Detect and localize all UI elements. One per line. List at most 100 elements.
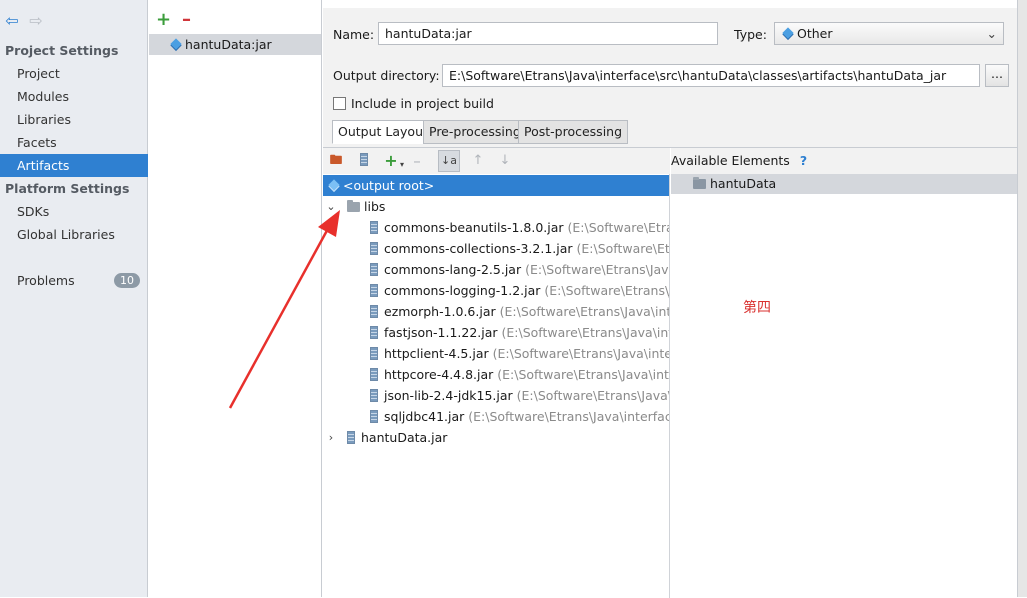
create-directory-icon[interactable]: 🖿 [328, 153, 344, 169]
artifact-list-item[interactable]: hantuData:jar [149, 34, 321, 55]
section-header-project-settings: Project Settings [5, 43, 119, 58]
lib-path: (E:\Software\Etrans\Java\interfac [492, 346, 669, 361]
output-directory-label: Output directory: [333, 68, 440, 83]
jar-icon [370, 263, 378, 276]
tree-row-lib[interactable]: json-lib-2.4-jdk15.jar (E:\Software\Etra… [323, 385, 670, 406]
output-layout-tree: <output root> ⌄ libs commons-beanutils-1… [323, 174, 670, 598]
jar-icon [370, 242, 378, 255]
lib-path: (E:\Software\Etrans\Java\interfa [497, 367, 669, 382]
lib-name: commons-beanutils-1.8.0.jar [384, 220, 564, 235]
jar-icon [370, 326, 378, 339]
add-dropdown-chevron-icon[interactable]: ▾ [394, 157, 410, 173]
move-up-icon[interactable]: ↑ [470, 153, 486, 169]
include-in-build-label: Include in project build [351, 96, 494, 111]
nav-item-problems[interactable]: Problems 10 [0, 269, 148, 292]
nav-item-artifacts[interactable]: Artifacts [0, 154, 148, 177]
move-down-icon[interactable]: ↓ [497, 153, 513, 169]
name-label: Name: [333, 27, 375, 42]
forward-arrow-icon[interactable]: ⇨ [27, 12, 45, 30]
browse-button[interactable]: ... [985, 64, 1009, 87]
lib-path: (E:\Software\Etrans\Java\interfa [499, 304, 670, 319]
lib-path: (E:\Software\Etrans\Java\in [525, 262, 669, 277]
lib-name: json-lib-2.4-jdk15.jar [384, 388, 513, 403]
lib-name: fastjson-1.1.22.jar [384, 325, 498, 340]
available-elements-panel: Available Elements ? hantuData 第四 [671, 148, 1027, 598]
name-input[interactable]: hantuData:jar [378, 22, 718, 45]
nav-item-sdks[interactable]: SDKs [0, 200, 148, 223]
problems-label: Problems [17, 273, 75, 288]
lib-name: httpcore-4.4.8.jar [384, 367, 494, 382]
lib-path: (E:\Software\Etrans\Java\inte [516, 388, 670, 403]
available-element-item[interactable]: hantuData [671, 174, 1027, 194]
lib-path: (E:\Software\Etrans\Java [544, 283, 670, 298]
tab-output-layout[interactable]: Output Layout [332, 120, 434, 144]
artifact-diamond-icon [170, 38, 182, 50]
module-folder-icon [693, 177, 706, 189]
jar-icon [370, 389, 378, 402]
help-icon[interactable]: ? [800, 153, 807, 168]
window-right-edge [1017, 0, 1027, 597]
tree-row-lib[interactable]: commons-lang-2.5.jar (E:\Software\Etrans… [323, 259, 669, 280]
layout-toolbar: 🖿 + ▾ – ↓a ↑ ↓ [323, 148, 670, 174]
tree-row-lib[interactable]: httpclient-4.5.jar (E:\Software\Etrans\J… [323, 343, 669, 364]
tab-post-processing[interactable]: Post-processing [518, 120, 629, 144]
nav-item-modules[interactable]: Modules [0, 85, 148, 108]
remove-icon[interactable]: – [409, 153, 425, 169]
remove-artifact-icon[interactable]: – [182, 11, 191, 29]
lib-name: commons-logging-1.2.jar [384, 283, 541, 298]
include-in-build-checkbox[interactable] [333, 97, 346, 110]
annotation-text: 第四 [743, 300, 771, 316]
lib-name: sqljdbc41.jar [384, 409, 465, 424]
tree-row-lib[interactable]: fastjson-1.1.22.jar (E:\Software\Etrans\… [323, 322, 669, 343]
tree-row-jar-entry[interactable]: › hantuData.jar [323, 427, 669, 448]
chevron-down-icon: ⌄ [986, 26, 997, 41]
lib-name: commons-lang-2.5.jar [384, 262, 522, 277]
nav-item-project[interactable]: Project [0, 62, 148, 85]
problems-count-badge: 10 [114, 273, 140, 288]
nav-item-libraries[interactable]: Libraries [0, 108, 148, 131]
available-elements-label: Available Elements [671, 153, 790, 168]
collapsed-chevron-icon[interactable]: › [325, 427, 337, 448]
jar-icon [370, 305, 378, 318]
lib-name: commons-collections-3.2.1.jar [384, 241, 573, 256]
tree-row-lib[interactable]: commons-beanutils-1.8.0.jar (E:\Software… [323, 217, 669, 238]
output-root-label: <output root> [343, 178, 435, 193]
jar-icon [347, 431, 355, 444]
lib-path: (E:\Software\Etrans [576, 241, 670, 256]
type-label: Type: [734, 27, 767, 42]
jar-icon [370, 284, 378, 297]
lib-path: (E:\Software\Etrans\Java\interfa [501, 325, 669, 340]
lib-path: (E:\Software\Etrans\Ja [567, 220, 669, 235]
back-arrow-icon[interactable]: ⇦ [3, 12, 21, 30]
tree-row-lib[interactable]: ezmorph-1.0.6.jar (E:\Software\Etrans\Ja… [323, 301, 670, 322]
lib-name: httpclient-4.5.jar [384, 346, 489, 361]
jar-icon [370, 347, 378, 360]
tree-row-lib[interactable]: commons-collections-3.2.1.jar (E:\Softwa… [323, 238, 670, 259]
type-select[interactable]: Other ⌄ [774, 22, 1004, 45]
jar-icon [370, 368, 378, 381]
annotation-arrow-shaft [228, 224, 332, 409]
libs-folder-label: libs [364, 199, 386, 214]
tree-row-lib[interactable]: sqljdbc41.jar (E:\Software\Etrans\Java\i… [323, 406, 670, 427]
tree-row-lib[interactable]: httpcore-4.4.8.jar (E:\Software\Etrans\J… [323, 364, 669, 385]
tab-pre-processing[interactable]: Pre-processing [423, 120, 527, 144]
jar-entry-label: hantuData.jar [361, 430, 448, 445]
create-archive-icon[interactable] [356, 153, 372, 169]
output-directory-input[interactable]: E:\Software\Etrans\Java\interface\src\ha… [442, 64, 980, 87]
type-value: Other [797, 26, 833, 41]
tree-row-lib[interactable]: commons-logging-1.2.jar (E:\Software\Etr… [323, 280, 670, 301]
settings-nav: ⇦ ⇨ Project Settings Project Modules Lib… [0, 0, 148, 597]
tree-row-libs[interactable]: ⌄ libs [323, 196, 669, 217]
available-elements-header: Available Elements ? [671, 148, 1027, 174]
sort-elements-icon[interactable]: ↓a [438, 150, 460, 172]
nav-item-global-libraries[interactable]: Global Libraries [0, 223, 148, 246]
tree-row-output-root[interactable]: <output root> [323, 175, 669, 196]
artifact-details-panel: Name: hantuData:jar Type: Other ⌄ Output… [323, 8, 1027, 598]
lib-path: (E:\Software\Etrans\Java\interface\s [468, 409, 670, 424]
lib-name: ezmorph-1.0.6.jar [384, 304, 496, 319]
nav-item-facets[interactable]: Facets [0, 131, 148, 154]
jar-icon [370, 410, 378, 423]
available-item-label: hantuData [710, 176, 777, 191]
type-diamond-icon [782, 27, 794, 39]
add-artifact-icon[interactable]: + [156, 11, 171, 29]
